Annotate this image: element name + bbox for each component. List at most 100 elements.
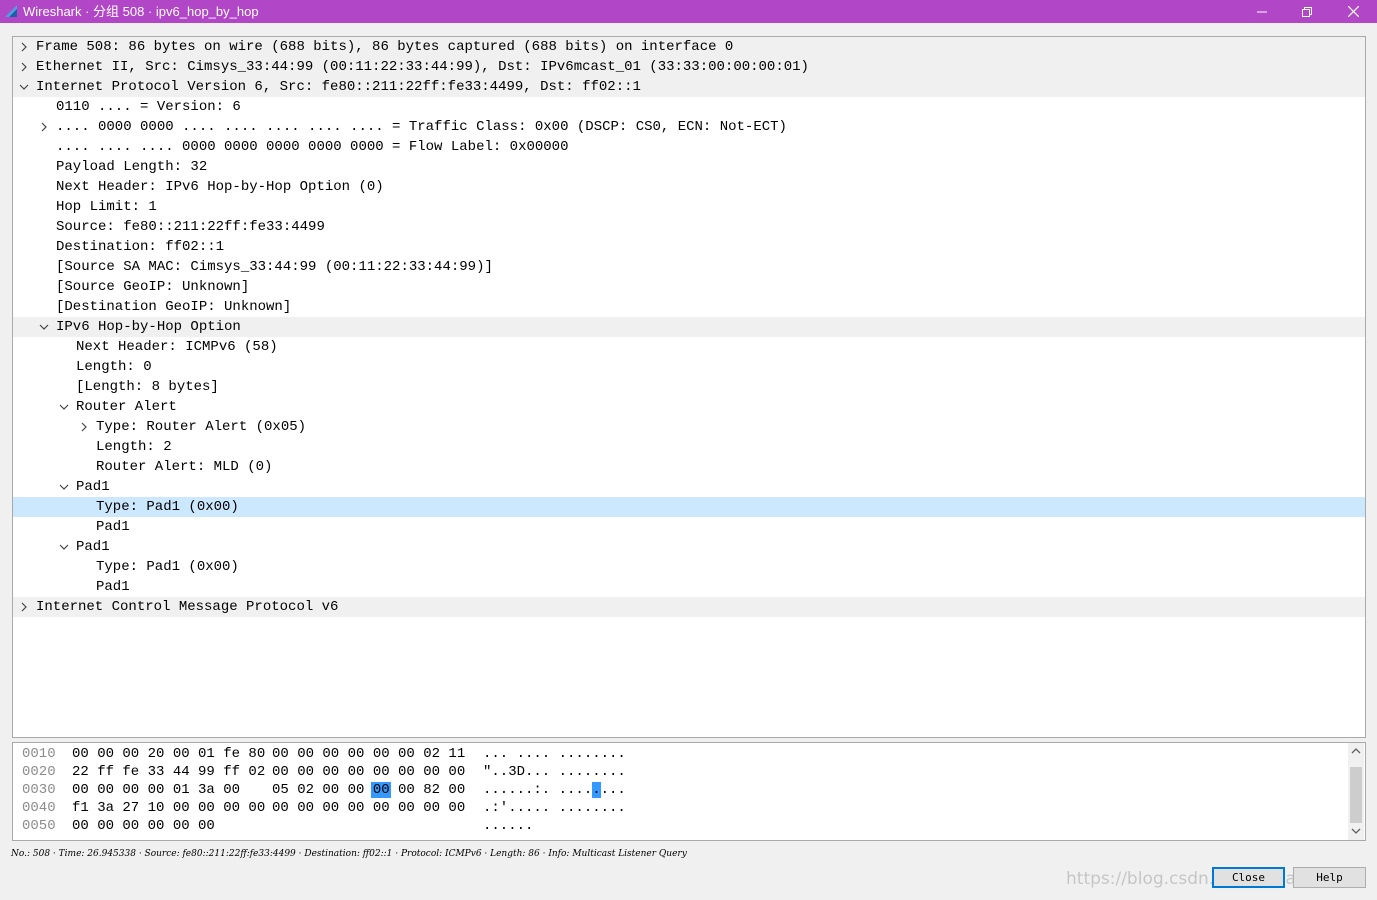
tree-row[interactable]: Type: Router Alert (0x05) — [13, 417, 1365, 437]
minimize-button[interactable] — [1239, 0, 1285, 23]
tree-row[interactable]: Pad1 — [13, 477, 1365, 497]
hex-row[interactable]: 0030 00 00 00 00 01 3a 00 05 02 00 00 00 0… — [13, 781, 1343, 799]
tree-row[interactable]: Payload Length: 32 — [13, 157, 1365, 177]
packet-bytes-pane[interactable]: 0050 00 00 00 00 00 00...... 0040 f1 3a 27 … — [12, 742, 1366, 841]
help-button[interactable]: Help — [1293, 867, 1366, 888]
hex-bytes-group: 00 00 00 00 00 00 02 11 — [272, 746, 466, 762]
expanded-chevron-icon[interactable] — [58, 397, 70, 417]
tree-row-label: Internet Protocol Version 6, Src: fe80::… — [36, 79, 641, 95]
hex-row[interactable]: 0010 00 00 00 20 00 01 fe 80 00 00 00 00 0… — [13, 745, 1343, 763]
tree-row[interactable]: Next Header: IPv6 Hop-by-Hop Option (0) — [13, 177, 1365, 197]
scroll-down-arrow-icon[interactable] — [1351, 827, 1361, 835]
hex-bytes-group: 05 02 00 00 00 00 82 00 — [272, 782, 466, 798]
expanded-chevron-icon[interactable] — [58, 537, 70, 557]
packet-details-tree[interactable]: Frame 508: 86 bytes on wire (688 bits), … — [12, 36, 1366, 738]
hex-ascii: ...... — [483, 818, 534, 834]
hex-ascii: .:'..... ........ — [483, 800, 626, 816]
expanded-chevron-icon[interactable] — [18, 77, 30, 97]
tree-row[interactable]: Pad1 — [13, 517, 1365, 537]
collapsed-chevron-icon[interactable] — [78, 417, 90, 437]
hex-scrollbar[interactable] — [1348, 743, 1364, 840]
tree-row[interactable]: Pad1 — [13, 537, 1365, 557]
tree-row[interactable]: Ethernet II, Src: Cimsys_33:44:99 (00:11… — [13, 57, 1365, 77]
title-bar: Wireshark · 分组 508 · ipv6_hop_by_hop — [0, 0, 1377, 23]
tree-row[interactable]: Hop Limit: 1 — [13, 197, 1365, 217]
tree-row-label: Type: Pad1 (0x00) — [96, 559, 239, 575]
hex-ascii: "..3D... ........ — [483, 764, 626, 780]
tree-row[interactable]: [Length: 8 bytes] — [13, 377, 1365, 397]
tree-row-label: Type: Router Alert (0x05) — [96, 419, 307, 435]
close-button[interactable]: Close — [1212, 867, 1285, 888]
collapsed-chevron-icon[interactable] — [38, 117, 50, 137]
hex-offset: 0030 — [22, 782, 56, 798]
tree-row[interactable]: Length: 0 — [13, 357, 1365, 377]
hex-bytes-group: 00 00 00 00 01 3a 00 — [72, 782, 241, 798]
tree-row-label: Pad1 — [76, 539, 110, 555]
hex-row[interactable]: 0050 00 00 00 00 00 00...... — [13, 817, 1343, 835]
wireshark-fin-icon — [5, 5, 17, 17]
tree-row[interactable]: 0110 .... = Version: 6 — [13, 97, 1365, 117]
tree-row-label: 0110 .... = Version: 6 — [56, 99, 241, 115]
tree-row-label: Internet Control Message Protocol v6 — [36, 599, 339, 615]
expanded-chevron-icon[interactable] — [38, 317, 50, 337]
tree-row-label: IPv6 Hop-by-Hop Option — [56, 319, 241, 335]
hex-bytes-group: 00 00 00 00 00 00 — [72, 818, 215, 834]
collapsed-chevron-icon[interactable] — [18, 597, 30, 617]
tree-row[interactable]: Pad1 — [13, 577, 1365, 597]
collapsed-chevron-icon[interactable] — [18, 57, 30, 77]
collapsed-chevron-icon[interactable] — [18, 37, 30, 57]
hex-offset: 0020 — [22, 764, 56, 780]
hex-row[interactable]: 0020 22 ff fe 33 44 99 ff 02 00 00 00 00 0… — [13, 763, 1343, 781]
tree-row[interactable]: Router Alert: MLD (0) — [13, 457, 1365, 477]
expanded-chevron-icon[interactable] — [58, 477, 70, 497]
hex-offset: 0010 — [22, 746, 56, 762]
tree-row-label: [Length: 8 bytes] — [76, 379, 219, 395]
tree-row[interactable]: IPv6 Hop-by-Hop Option — [13, 317, 1365, 337]
restore-icon — [1302, 6, 1312, 17]
tree-row-label: Length: 2 — [96, 439, 172, 455]
scrollbar-thumb[interactable] — [1350, 767, 1362, 823]
tree-row-label: Pad1 — [96, 579, 130, 595]
tree-row[interactable]: Router Alert — [13, 397, 1365, 417]
minimize-icon — [1257, 11, 1267, 12]
tree-row-label: Pad1 — [96, 519, 130, 535]
tree-row[interactable]: Frame 508: 86 bytes on wire (688 bits), … — [13, 37, 1365, 57]
scroll-up-arrow-icon[interactable] — [1351, 747, 1361, 755]
tree-row-selected[interactable]: Type: Pad1 (0x00) — [13, 497, 1365, 517]
tree-row[interactable]: [Destination GeoIP: Unknown] — [13, 297, 1365, 317]
tree-row[interactable]: Internet Protocol Version 6, Src: fe80::… — [13, 77, 1365, 97]
tree-row-label: [Source SA MAC: Cimsys_33:44:99 (00:11:2… — [56, 259, 493, 275]
tree-row-label: .... 0000 0000 .... .... .... .... .... … — [56, 119, 787, 135]
tree-row[interactable]: [Source GeoIP: Unknown] — [13, 277, 1365, 297]
hex-bytes-group: 00 00 00 20 00 01 fe 80 — [72, 746, 266, 762]
tree-row-label: Type: Pad1 (0x00) — [96, 497, 239, 517]
tree-row[interactable]: .... .... .... 0000 0000 0000 0000 0000 … — [13, 137, 1365, 157]
tree-row-label: Frame 508: 86 bytes on wire (688 bits), … — [36, 39, 734, 55]
tree-row[interactable]: Length: 2 — [13, 437, 1365, 457]
tree-row-label: Ethernet II, Src: Cimsys_33:44:99 (00:11… — [36, 59, 809, 75]
tree-row-label: Router Alert — [76, 399, 177, 415]
tree-row[interactable]: [Source SA MAC: Cimsys_33:44:99 (00:11:2… — [13, 257, 1365, 277]
hex-offset: 0040 — [22, 800, 56, 816]
close-window-button[interactable] — [1330, 0, 1376, 23]
tree-row[interactable]: Type: Pad1 (0x00) — [13, 557, 1365, 577]
watermark: https://blog.csdn.net/fuyuande — [1066, 869, 1328, 889]
tree-row[interactable]: Source: fe80::211:22ff:fe33:4499 — [13, 217, 1365, 237]
tree-row-label: Router Alert: MLD (0) — [96, 459, 273, 475]
tree-row-label: Next Header: ICMPv6 (58) — [76, 339, 278, 355]
restore-button[interactable] — [1284, 0, 1330, 23]
tree-row-label: Length: 0 — [76, 359, 152, 375]
tree-row-label: Next Header: IPv6 Hop-by-Hop Option (0) — [56, 179, 384, 195]
hex-bytes-group: 00 00 00 00 00 00 00 00 — [272, 764, 466, 780]
tree-row[interactable]: .... 0000 0000 .... .... .... .... .... … — [13, 117, 1365, 137]
hex-row[interactable]: 0040 f1 3a 27 10 00 00 00 00 00 00 00 00 0… — [13, 799, 1343, 817]
hex-ascii: ... .... ........ — [483, 746, 626, 762]
hex-offset: 0050 — [22, 818, 56, 834]
tree-row-label: [Source GeoIP: Unknown] — [56, 279, 250, 295]
tree-row-label: Payload Length: 32 — [56, 159, 208, 175]
tree-row[interactable]: Internet Control Message Protocol v6 — [13, 597, 1365, 617]
hex-ascii: ......:. ........ — [483, 782, 626, 798]
close-icon — [1347, 6, 1359, 17]
tree-row[interactable]: Next Header: ICMPv6 (58) — [13, 337, 1365, 357]
tree-row[interactable]: Destination: ff02::1 — [13, 237, 1365, 257]
